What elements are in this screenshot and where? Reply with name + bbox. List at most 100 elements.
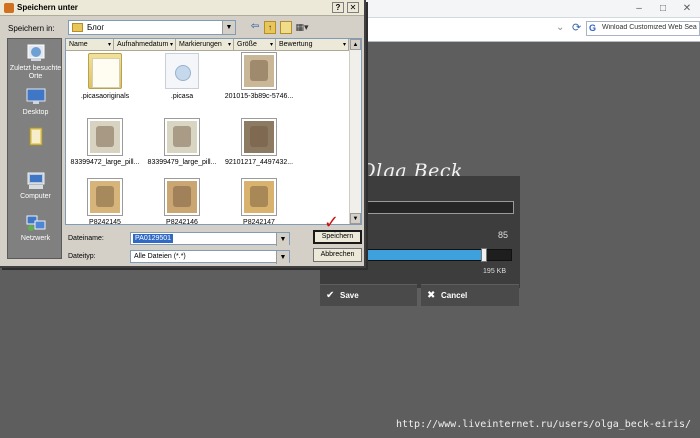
documents-icon: [29, 127, 42, 146]
save-in-dropdown[interactable]: Блог ▼: [68, 20, 236, 35]
scroll-up-icon[interactable]: ▲: [350, 39, 361, 50]
filename-input[interactable]: PA0129501 ▼: [130, 232, 290, 246]
file-item[interactable]: .picasaoriginals: [69, 53, 141, 101]
help-icon[interactable]: ?: [332, 2, 344, 13]
place-label: Zuletzt besuchte Orte: [9, 65, 62, 80]
file-name: 201015-3b89c-5746...: [224, 93, 294, 100]
minimize-icon[interactable]: –: [632, 3, 646, 14]
browser-nav-row: ⌄ ⟳ G Winload Customized Web Sea: [366, 19, 700, 39]
file-item[interactable]: P8242145: [69, 179, 141, 227]
save-in-label: Speichern in:: [8, 24, 55, 33]
browser-toolbar: – □ ✕ ⌄ ⟳ G Winload Customized Web Sea: [366, 0, 700, 42]
file-name: 83399472_large_pill...: [70, 159, 140, 166]
search-input-text: Winload Customized Web Sea: [602, 24, 697, 31]
place-documents[interactable]: [8, 127, 63, 149]
file-item[interactable]: 201015-3b89c-5746...: [223, 53, 295, 101]
save-as-dialog: Speichern unter ? ✕ Speichern in: Блог ▼…: [0, 0, 366, 268]
column-name[interactable]: Name ▾: [66, 39, 114, 51]
file-item[interactable]: P8242146: [146, 179, 218, 227]
column-rating[interactable]: Bewertung ▾: [276, 39, 349, 51]
checkmark-icon: ✔: [326, 290, 335, 301]
filetype-select[interactable]: Alle Dateien (*.*) ▼: [130, 250, 290, 264]
filename-field[interactable]: t1: [354, 201, 514, 214]
chevron-down-icon[interactable]: ▾: [270, 39, 273, 51]
up-folder-icon[interactable]: ↑: [264, 21, 276, 34]
photo-thumbnail: [242, 179, 276, 215]
chevron-down-icon[interactable]: ▼: [276, 233, 289, 246]
column-label: Bewertung: [279, 41, 313, 48]
url-dropdown-arrow[interactable]: ⌄: [556, 22, 564, 33]
save-button[interactable]: Speichern: [313, 230, 362, 244]
column-label: Name: [69, 41, 88, 48]
photo-thumbnail: [165, 119, 199, 155]
browser-titlebar: – □ ✕: [366, 0, 700, 18]
desktop-icon: [26, 88, 45, 104]
file-item[interactable]: .picasa: [146, 53, 218, 101]
new-folder-icon[interactable]: [280, 21, 292, 34]
editor-cancel-label: Cancel: [441, 291, 468, 300]
close-icon[interactable]: ✕: [680, 3, 694, 14]
file-item[interactable]: P8242147: [223, 179, 295, 227]
photo-thumbnail: [242, 53, 276, 89]
place-label: Desktop: [22, 109, 49, 116]
file-list[interactable]: Name ▾ Aufnahmedatum ▾ Markierungen ▾ Größe…: [65, 38, 362, 227]
dialog-titlebar[interactable]: Speichern unter ? ✕: [0, 0, 364, 16]
dialog-title: Speichern unter: [17, 3, 78, 12]
editor-save-button[interactable]: ✔ Save: [320, 284, 417, 306]
column-date-taken[interactable]: Aufnahmedatum ▾: [114, 39, 176, 51]
network-icon: [26, 215, 45, 231]
back-icon[interactable]: ⇦: [248, 21, 262, 34]
file-name: .picasa: [170, 93, 194, 100]
file-item[interactable]: 83399479_large_pill...: [146, 119, 218, 167]
photo-thumbnail: [88, 179, 122, 215]
view-menu-icon[interactable]: ▦▾: [294, 21, 310, 34]
column-label: Markierungen: [179, 41, 222, 48]
chevron-down-icon[interactable]: ▼: [276, 251, 289, 264]
column-size[interactable]: Größe ▾: [234, 39, 276, 51]
editor-cancel-button[interactable]: ✖ Cancel: [421, 284, 519, 306]
place-desktop[interactable]: Desktop: [8, 87, 63, 117]
column-header-row: Name ▾ Aufnahmedatum ▾ Markierungen ▾ Größe…: [66, 39, 349, 51]
watermark-url: http://www.liveinternet.ru/users/olga_be…: [396, 419, 692, 430]
app-icon: [4, 3, 14, 13]
quality-slider-handle[interactable]: [481, 248, 487, 262]
filetype-label: Dateityp:: [68, 253, 96, 260]
column-tags[interactable]: Markierungen ▾: [176, 39, 234, 51]
filename-label: Dateiname:: [68, 235, 104, 242]
file-item[interactable]: 83399472_large_pill...: [69, 119, 141, 167]
chevron-down-icon[interactable]: ▾: [228, 39, 231, 51]
maximize-icon[interactable]: □: [656, 3, 670, 14]
chevron-down-icon[interactable]: ▾: [343, 39, 346, 51]
photo-thumbnail: [88, 119, 122, 155]
file-list-scrollbar[interactable]: ▲ ▼: [349, 39, 361, 224]
close-icon: ✖: [427, 290, 436, 301]
places-bar: Zuletzt besuchte Orte Desktop Computer N…: [7, 38, 62, 259]
scroll-down-icon[interactable]: ▼: [350, 213, 361, 224]
photo-thumbnail: [242, 119, 276, 155]
save-in-value: Блог: [87, 23, 105, 32]
file-name: 83399479_large_pill...: [147, 159, 217, 166]
cancel-button[interactable]: Abbrechen: [313, 248, 362, 262]
file-name: .picasaoriginals: [80, 93, 130, 100]
file-size-readout: 195 KB: [483, 268, 506, 275]
editor-save-label: Save: [340, 291, 359, 300]
file-item[interactable]: 92101217_4497432...: [223, 119, 295, 167]
place-label: Computer: [20, 193, 51, 200]
place-label: Netzwerk: [20, 235, 51, 242]
computer-icon: [27, 172, 44, 189]
recent-places-icon: [27, 44, 44, 61]
chevron-down-icon[interactable]: ▾: [108, 39, 111, 51]
place-recent[interactable]: Zuletzt besuchte Orte: [8, 43, 63, 81]
red-checkmark-icon: ✓: [324, 212, 340, 232]
search-input[interactable]: G Winload Customized Web Sea: [586, 21, 700, 36]
refresh-icon[interactable]: ⟳: [572, 21, 581, 34]
folder-icon: [72, 23, 83, 32]
file-name: P8242147: [243, 219, 275, 226]
filename-value: PA0129501: [133, 234, 174, 243]
place-network[interactable]: Netzwerk: [8, 213, 63, 243]
chevron-down-icon[interactable]: ▼: [222, 21, 235, 34]
file-name: 92101217_4497432...: [224, 159, 294, 166]
close-icon[interactable]: ✕: [347, 2, 359, 13]
chevron-down-icon[interactable]: ▾: [170, 39, 173, 51]
place-computer[interactable]: Computer: [8, 171, 63, 201]
